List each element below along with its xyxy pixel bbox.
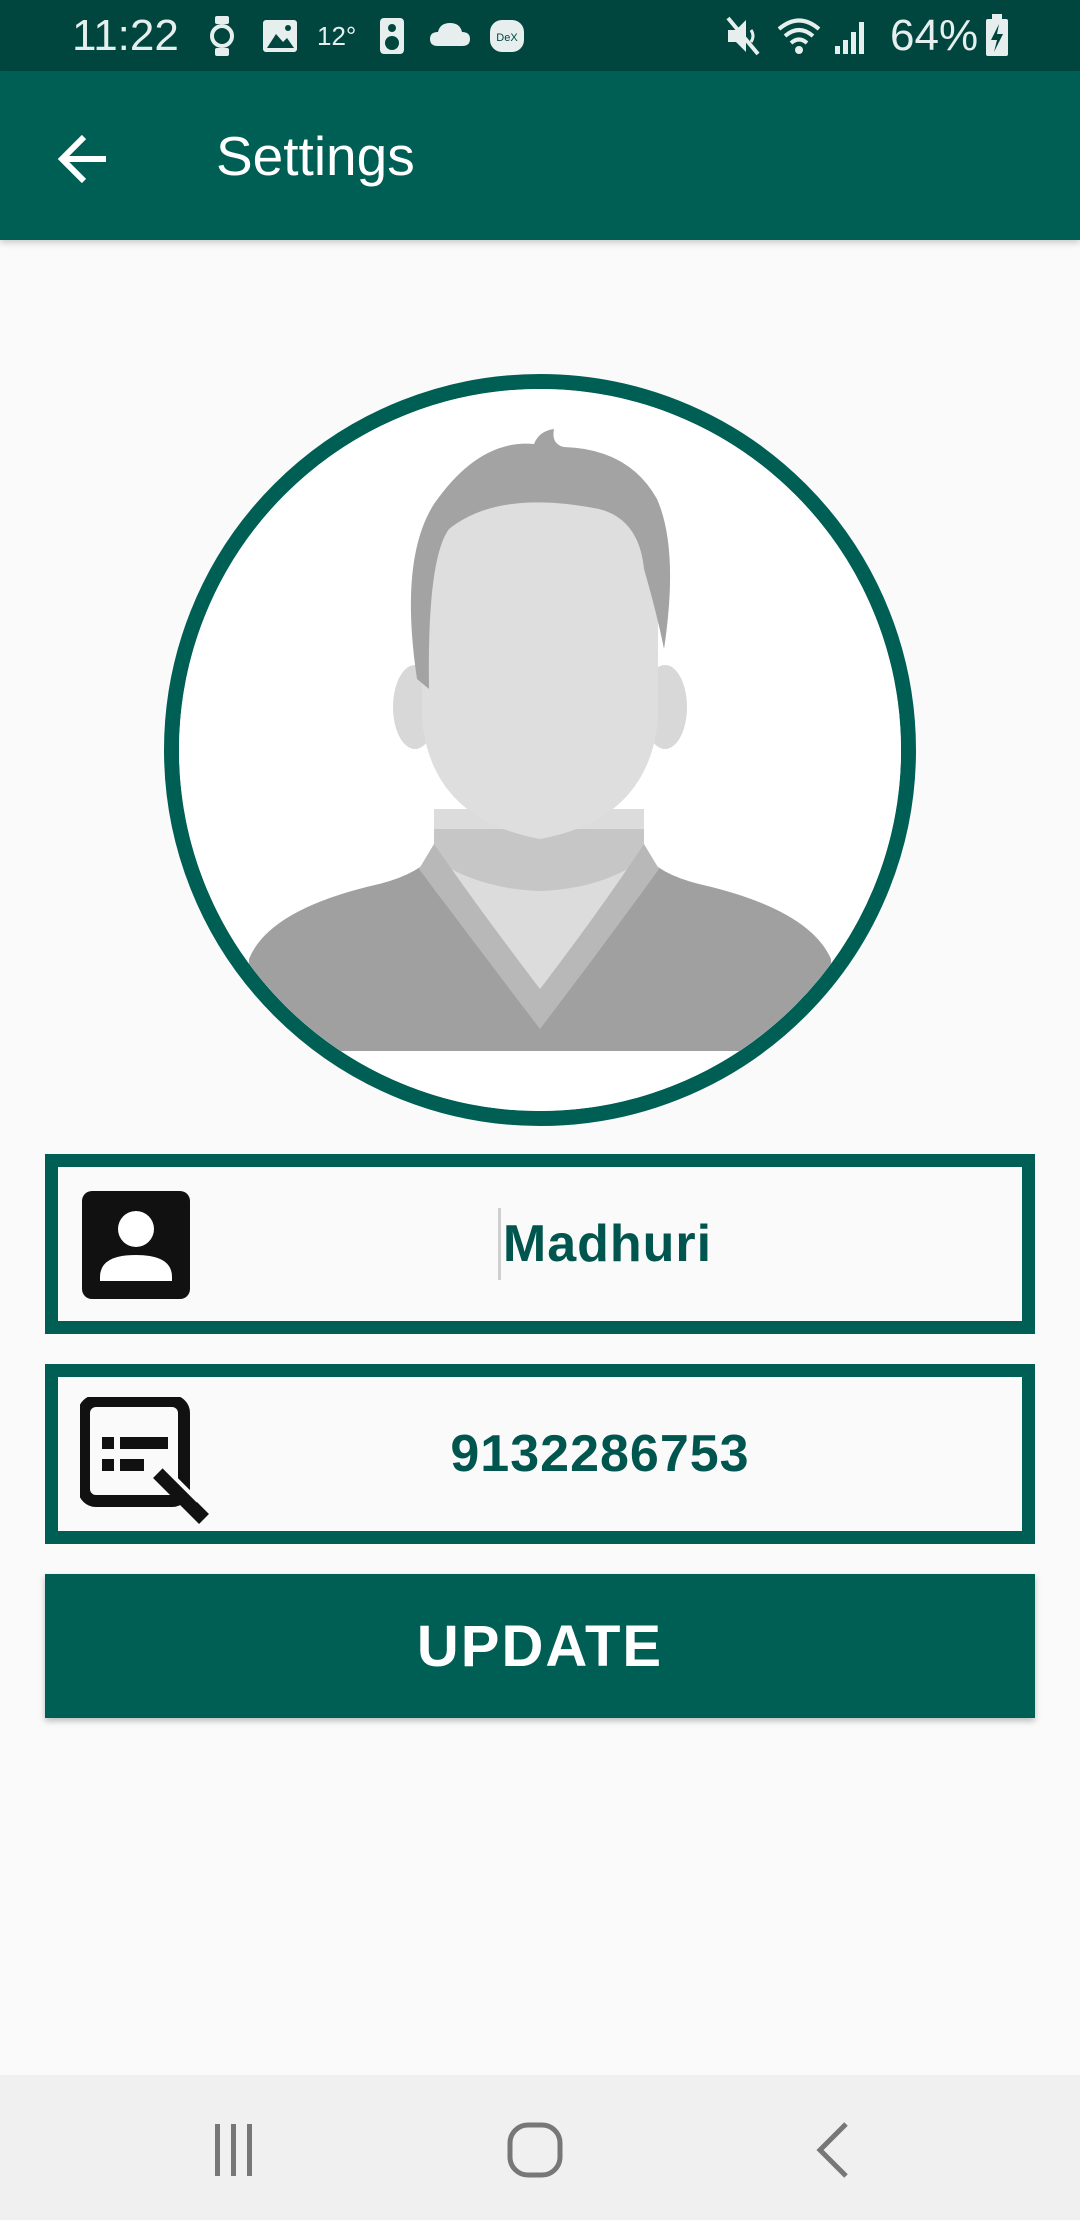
watch-icon: [210, 16, 234, 56]
home-button[interactable]: [495, 2115, 575, 2185]
speaker-icon: [380, 18, 404, 54]
system-nav-bar: [0, 2075, 1080, 2220]
back-button[interactable]: [40, 115, 128, 203]
text-cursor: [497, 1208, 501, 1280]
phone-input[interactable]: 9132286753: [58, 1377, 1022, 1531]
name-field[interactable]: Madhuri: [45, 1154, 1035, 1334]
phone-field[interactable]: 9132286753: [45, 1364, 1035, 1544]
home-icon: [507, 2122, 563, 2178]
default-avatar-icon: [179, 389, 901, 1111]
arrow-left-icon: [57, 134, 106, 184]
dex-icon: DeX: [490, 20, 524, 52]
recent-apps-button[interactable]: [193, 2115, 273, 2185]
status-bar: 11:22 12° DeX 64%: [0, 0, 1080, 71]
gallery-icon: [263, 20, 297, 52]
mute-icon: [726, 16, 760, 56]
app-bar: Settings: [0, 71, 1080, 240]
recent-apps-icon: [215, 2124, 252, 2176]
battery-charging-icon: [986, 14, 1008, 56]
dex-label: DeX: [496, 32, 518, 44]
signal-icon: [835, 22, 864, 54]
name-value: Madhuri: [502, 1215, 713, 1273]
cloud-icon: [430, 23, 470, 46]
page-title: Settings: [216, 125, 415, 187]
status-time: 11:22: [72, 11, 179, 60]
name-input[interactable]: Madhuri: [58, 1167, 1022, 1321]
temperature-text: 12°: [317, 21, 357, 51]
back-icon: [816, 2122, 848, 2178]
back-nav-button[interactable]: [794, 2115, 874, 2185]
wifi-icon: [777, 18, 821, 54]
update-button[interactable]: UPDATE: [45, 1574, 1035, 1718]
profile-avatar[interactable]: [164, 374, 916, 1126]
battery-percent: 64%: [890, 11, 979, 60]
